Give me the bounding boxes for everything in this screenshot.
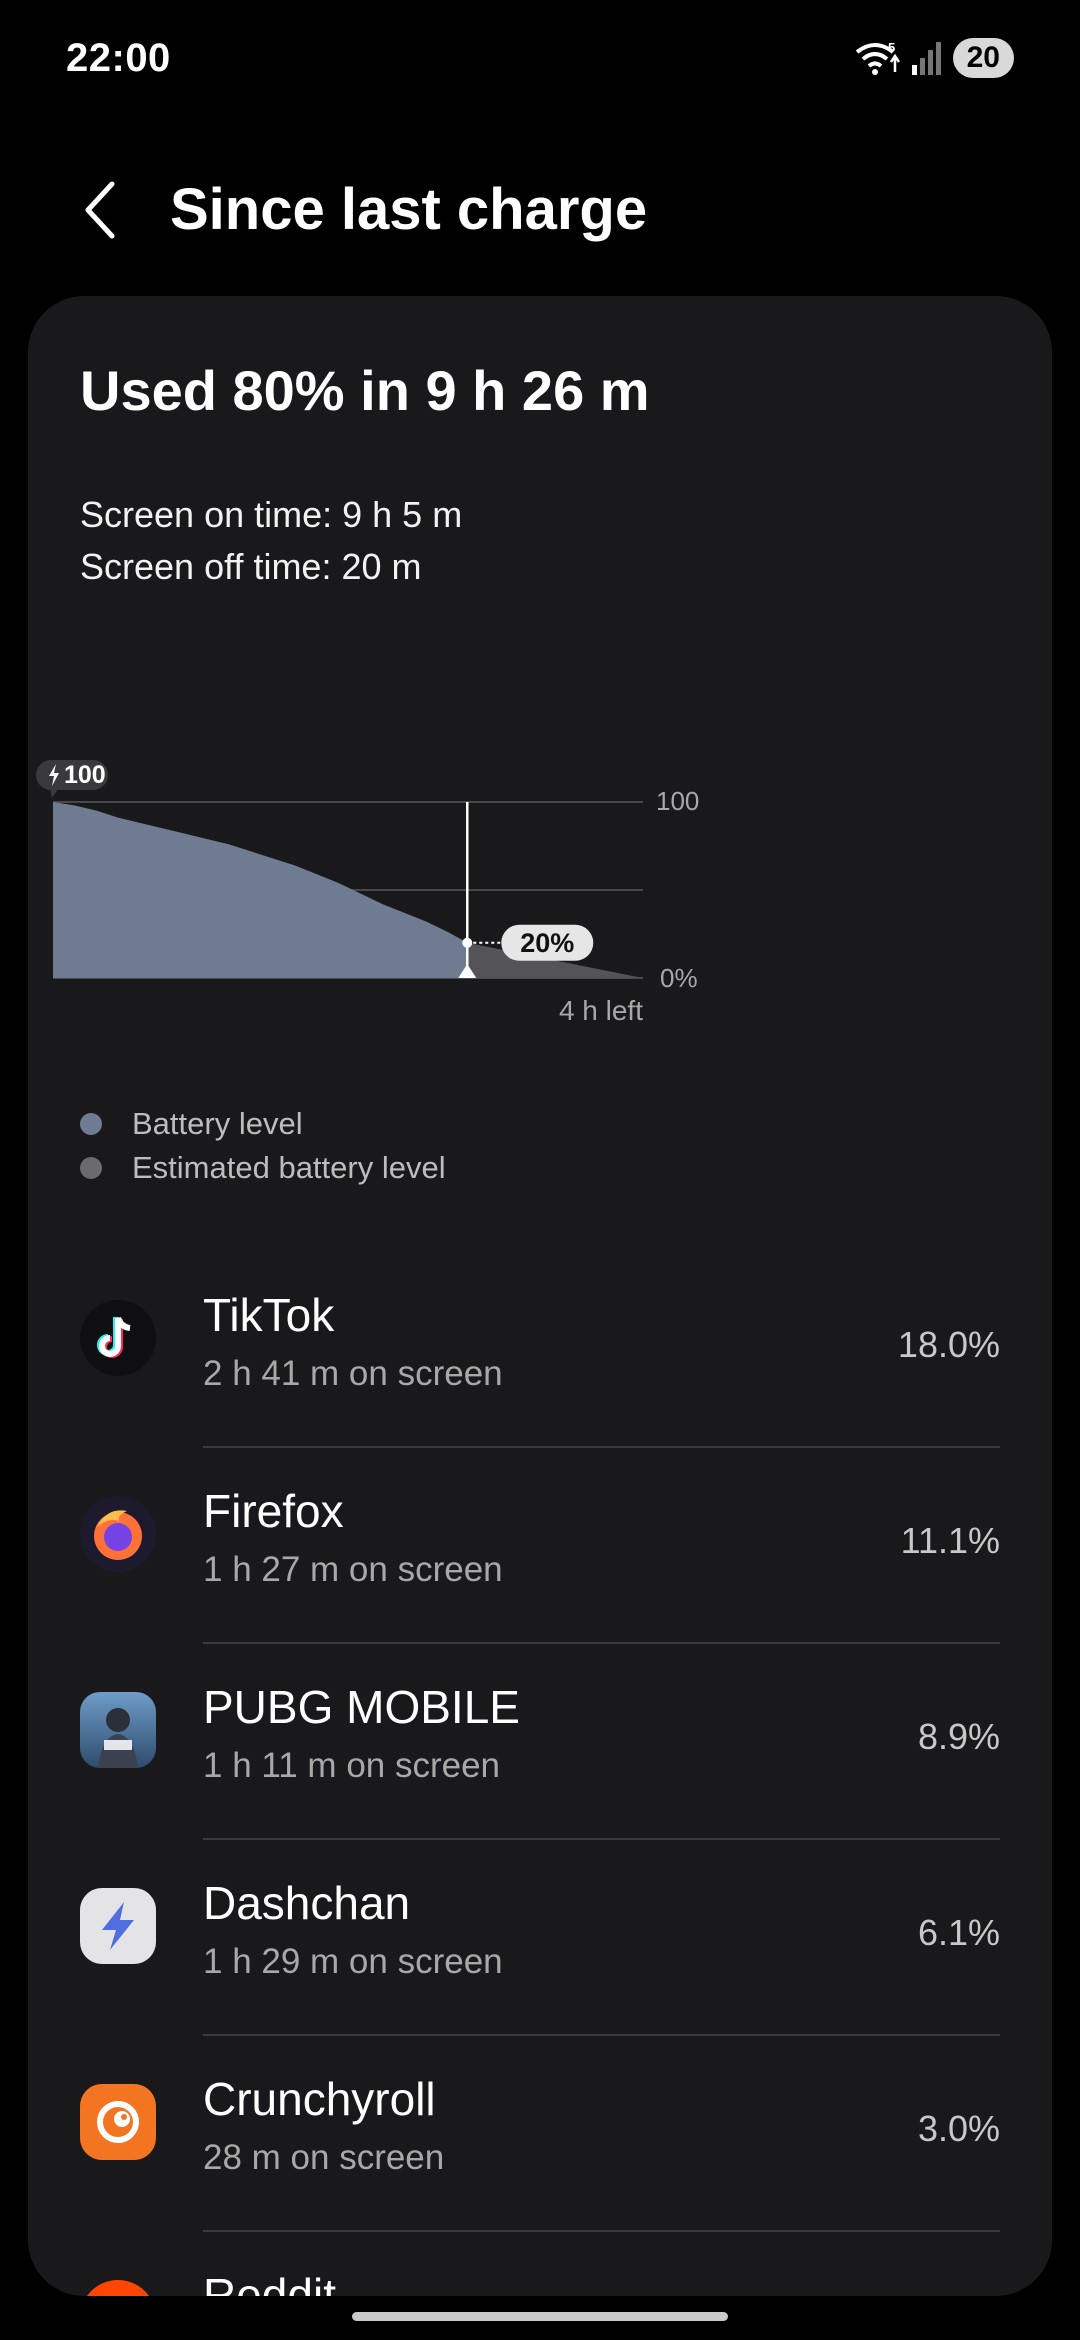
battery-chart[interactable]: 20% 100 100 0% 4 h left	[28, 676, 1052, 1096]
app-name: Reddit	[203, 2269, 336, 2296]
chevron-left-icon	[82, 180, 118, 245]
app-name: TikTok	[203, 1289, 335, 1341]
legend-item-battery-level: Battery level	[80, 1102, 446, 1146]
wifi-icon: 5	[855, 40, 901, 76]
home-indicator[interactable]	[352, 2312, 728, 2321]
legend-label: Estimated battery level	[132, 1150, 446, 1185]
full-charge-badge-tail	[50, 789, 58, 798]
legend-dot-battery	[80, 1113, 102, 1135]
usage-summary-title: Used 80% in 9 h 26 m	[80, 359, 650, 422]
app-usage-percent: 3.0%	[917, 2108, 1000, 2149]
list-item-tiktok[interactable]: TikTok 2 h 41 m on screen 18.0%	[28, 1252, 1052, 1448]
signal-icon	[911, 41, 943, 75]
status-bar: 22:00 5 20	[0, 0, 1080, 120]
list-item-reddit[interactable]: Reddit	[28, 2232, 1052, 2296]
status-icons: 5 20	[855, 38, 1014, 78]
legend-dot-estimated	[80, 1157, 102, 1179]
legend-item-estimated-level: Estimated battery level	[80, 1146, 446, 1190]
page-title: Since last charge	[170, 177, 648, 242]
list-item-firefox[interactable]: Firefox 1 h 27 m on screen 11.1%	[28, 1448, 1052, 1644]
tiktok-icon	[80, 1300, 156, 1376]
wifi-badge: 5	[888, 40, 895, 55]
app-screen-time: 2 h 41 m on screen	[203, 1354, 503, 1393]
screen-off-time: Screen off time: 20 m	[80, 546, 422, 587]
app-usage-list: TikTok 2 h 41 m on screen 18.0% Firefox …	[28, 1252, 1052, 2296]
list-item-crunchyroll[interactable]: Crunchyroll 28 m on screen 3.0%	[28, 2036, 1052, 2232]
app-name: Firefox	[203, 1485, 344, 1537]
y-tick-label: 0%	[660, 963, 698, 993]
back-button[interactable]	[70, 172, 130, 252]
screen-on-time: Screen on time: 9 h 5 m	[80, 494, 463, 535]
y-tick-label: 100	[656, 786, 699, 816]
firefox-icon	[80, 1496, 156, 1572]
battery-usage-card: Used 80% in 9 h 26 m Screen on time: 9 h…	[28, 296, 1052, 2296]
reddit-icon	[80, 2280, 156, 2296]
app-name: Crunchyroll	[203, 2073, 436, 2125]
crunchyroll-icon	[80, 2084, 156, 2160]
list-item-dashchan[interactable]: Dashchan 1 h 29 m on screen 6.1%	[28, 1840, 1052, 2036]
time-left-label: 4 h left	[559, 995, 643, 1026]
app-usage-percent: 6.1%	[917, 1912, 1000, 1953]
app-screen-time: 1 h 29 m on screen	[203, 1942, 503, 1981]
app-screen-time: 1 h 27 m on screen	[203, 1550, 503, 1589]
battery-level-badge: 20	[952, 38, 1014, 78]
app-usage-percent: 8.9%	[917, 1716, 1000, 1757]
app-screen-time: 28 m on screen	[203, 2138, 445, 2177]
header: Since last charge	[0, 150, 1080, 270]
dashchan-icon	[80, 1888, 156, 1964]
app-name: PUBG MOBILE	[203, 1681, 520, 1733]
current-level-label: 20%	[520, 928, 574, 958]
legend-label: Battery level	[132, 1106, 303, 1141]
list-item-pubg-mobile[interactable]: PUBG MOBILE 1 h 11 m on screen 8.9%	[28, 1644, 1052, 1840]
app-name: Dashchan	[203, 1877, 411, 1929]
pubg-icon	[80, 1692, 156, 1768]
full-charge-badge-label: 100	[64, 761, 106, 789]
app-usage-percent: 11.1%	[900, 1520, 1000, 1561]
status-time: 22:00	[66, 36, 171, 80]
app-usage-percent: 18.0%	[897, 1324, 1000, 1365]
chart-legend: Battery level Estimated battery level	[80, 1102, 446, 1190]
current-level-point	[462, 937, 473, 948]
app-screen-time: 1 h 11 m on screen	[203, 1746, 501, 1785]
